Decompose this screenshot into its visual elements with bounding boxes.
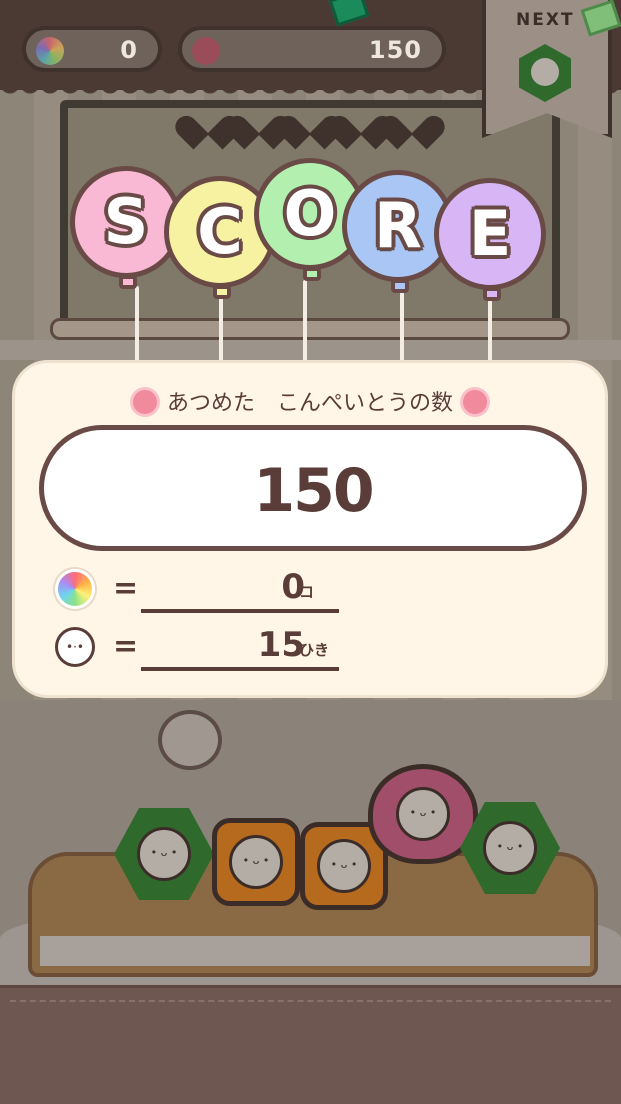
orange-square-piece <box>212 818 300 906</box>
balloon-knot <box>119 275 137 289</box>
balloon-string <box>400 292 404 362</box>
score-balloon-e: E <box>434 178 546 301</box>
floor-stitch <box>10 1000 611 1002</box>
counter-strip <box>0 340 621 360</box>
next-label: NEXT <box>516 10 575 30</box>
balloon-knot <box>213 285 231 299</box>
creature-face-icon <box>137 827 191 881</box>
creature-face-icon <box>317 839 371 893</box>
balloon-string <box>488 300 492 362</box>
score-value: 150 <box>368 36 422 64</box>
creature-count-unit: ひき <box>299 641 330 659</box>
heart-icon <box>188 102 228 138</box>
rainbow-candy-icon <box>36 37 64 65</box>
creature-face-icon <box>55 627 95 667</box>
balloon-string <box>135 286 139 362</box>
creature-count-row: = 15 ひき <box>55 625 355 671</box>
rainbow-candy-row: = 0 コ <box>55 567 355 613</box>
balloon-letter: E <box>468 197 512 270</box>
equals-sign: = <box>113 629 139 664</box>
score-result-panel: あつめた こんぺいとうの数 150 = 0 コ = 15 ひき <box>12 360 608 698</box>
rainbow-counter: 0 <box>22 26 162 72</box>
falling-creature-ghost <box>158 710 222 770</box>
total-score-value: 150 <box>253 456 374 526</box>
pink-candy-icon <box>192 37 220 65</box>
balloon-string <box>303 280 307 362</box>
balloon-knot <box>391 279 409 293</box>
underline <box>141 609 339 613</box>
lives-hearts <box>188 102 432 138</box>
result-caption: あつめた こんぺいとうの数 <box>166 391 453 416</box>
pink-flower-icon <box>132 390 157 414</box>
window-shelf <box>50 318 570 340</box>
floor-fabric <box>0 985 621 1104</box>
balloon-knot <box>303 267 321 281</box>
heart-icon <box>341 102 381 138</box>
next-piece-hex-icon <box>519 44 571 102</box>
creature-count-value: 15 <box>257 625 305 665</box>
rainbow-candy-icon <box>55 569 95 609</box>
cat-face-icon <box>396 787 450 841</box>
heart-icon <box>239 102 279 138</box>
total-score-box: 150 <box>39 425 587 551</box>
underline <box>141 667 339 671</box>
pink-flower-icon <box>463 390 487 414</box>
heart-icon <box>290 102 330 138</box>
cake-cream-layer <box>40 936 590 966</box>
rainbow-candy-unit: コ <box>299 583 315 601</box>
balloon-knot <box>483 287 501 301</box>
rainbow-count-value: 0 <box>120 36 138 64</box>
creature-face-icon <box>229 835 283 889</box>
balloon-string <box>219 298 223 362</box>
creature-face-icon <box>483 821 537 875</box>
result-caption-row: あつめた こんぺいとうの数 <box>15 385 605 417</box>
score-counter: 150 <box>178 26 446 72</box>
heart-icon <box>392 102 432 138</box>
equals-sign: = <box>113 571 139 606</box>
balloon-letter: S <box>103 185 149 258</box>
